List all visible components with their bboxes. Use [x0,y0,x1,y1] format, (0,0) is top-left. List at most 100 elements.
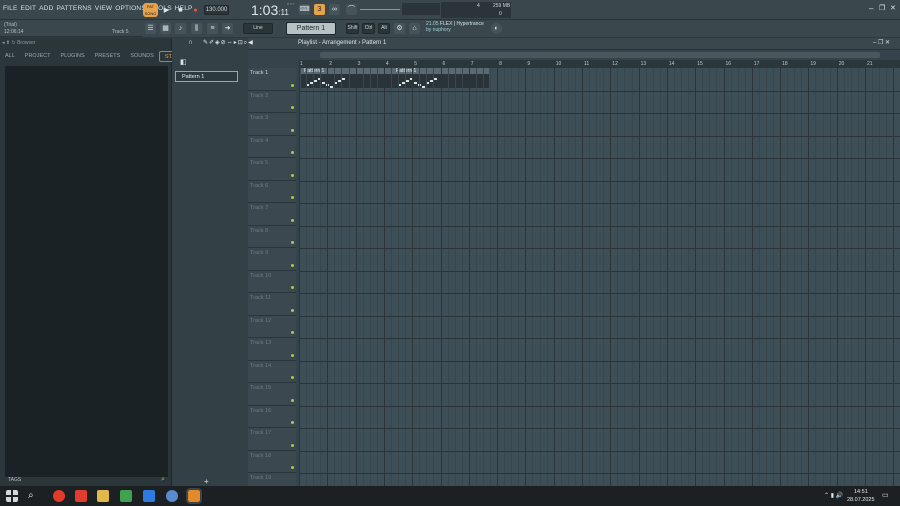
track-header[interactable]: Track 4 [248,135,296,158]
loop-icon[interactable]: ∞ [329,4,340,15]
pattern-clip-item[interactable]: Pattern 1 [175,71,238,82]
track-header[interactable]: Track 10 [248,270,296,293]
track-mute-led[interactable] [291,353,294,357]
track-mute-led[interactable] [291,173,294,177]
track-header[interactable]: Track 3 [248,113,296,136]
track-header[interactable]: Track 15 [248,383,296,406]
mixer-icon[interactable]: ⫼ [191,23,202,34]
track-mute-led[interactable] [291,398,294,402]
yandex-app-icon[interactable] [75,490,87,502]
tray-icons[interactable]: ⌃ ▮ 🔊 [824,492,843,499]
track-header[interactable]: Track 9 [248,248,296,271]
track-mute-led[interactable] [291,106,294,109]
gear-icon[interactable]: ⚙ [394,23,405,34]
track-header[interactable]: Track 1 [248,68,296,91]
track-mute-led[interactable] [291,218,294,222]
menu-view[interactable]: VIEW [95,5,112,12]
metronome-icon[interactable]: ⌒ [346,4,357,15]
channel-rack-icon[interactable]: ▦ [160,23,171,34]
ctrl-button[interactable]: Ctrl [362,23,375,34]
play-icon[interactable]: ▶ [161,5,172,16]
tab-plugins[interactable]: PLUGINS [55,51,89,62]
windows-start-icon[interactable] [6,490,18,502]
menu-options[interactable]: OPTIONS [115,5,146,12]
track-mute-led[interactable] [291,466,294,469]
browser-app-icon[interactable] [53,490,65,502]
news-panel[interactable]: 21.05 FLEX | Hypertrance by nuphory [426,21,484,33]
menu-patterns[interactable]: PATTERNS [56,5,91,12]
track-header[interactable]: Track 18 [248,450,296,473]
track-mute-led[interactable] [291,443,294,447]
playlist-tools[interactable]: ✎✐◈⊘⇔▸⊡⌕◀ [203,39,254,47]
menu-file[interactable]: FILE [3,5,18,12]
arrow-icon[interactable]: ➜ [222,23,233,34]
track-header[interactable]: Track 6 [248,180,296,203]
track-mute-led[interactable] [291,128,294,132]
tab-all[interactable]: ALL [0,51,20,62]
shop-icon[interactable]: ⌂ [409,23,420,34]
track-header[interactable]: Track 13 [248,338,296,361]
track-mute-led[interactable] [291,331,294,334]
magnet-icon[interactable]: ∩ [188,39,193,46]
tempo-display[interactable]: 130.000 [204,5,229,15]
track-header[interactable]: Track 2 [248,90,296,113]
search-icon[interactable]: ⌕ [161,476,165,484]
alt-button[interactable]: Alt [378,23,390,34]
window-controls[interactable]: – ❐ ✕ [873,39,890,46]
picker-toggle-icon[interactable]: ◧ [180,58,187,66]
tags-label[interactable]: TAGS [8,477,21,483]
close-icon[interactable]: ✕ [890,4,896,12]
store-icon[interactable] [143,490,155,502]
track-mute-led[interactable] [291,376,294,379]
track-mute-led[interactable] [291,241,294,244]
shift-button[interactable]: Shift [346,23,359,34]
minimize-icon[interactable]: – [869,4,873,13]
track-mute-led[interactable] [291,308,294,312]
timeline-ruler[interactable]: 1 2 3 4 5 6 7 8 9 10 11 12 13 14 15 16 17 18 19 20 21 [299,60,900,68]
track-mute-led[interactable] [291,83,294,87]
track-mute-led[interactable] [291,286,294,289]
snap-select[interactable]: Line [243,23,273,34]
record-icon[interactable]: ● [190,5,201,16]
track-mute-led[interactable] [291,151,294,154]
piano-roll-icon[interactable]: ♪ [175,23,186,34]
master-volume-slider[interactable] [360,9,400,10]
search-icon[interactable]: ⌕ [28,490,40,502]
keyboard-icon[interactable]: ⌨ [299,4,310,15]
browser-list[interactable] [5,66,168,477]
pattern-selector[interactable]: Pattern 1 [286,22,336,35]
track-mute-led[interactable] [291,421,294,424]
fl-studio-icon[interactable] [186,488,202,504]
arrangement-grid[interactable]: Pattern 1 Pattern 1 [299,68,900,486]
track-header[interactable]: Track 14 [248,360,296,383]
track-header[interactable]: Track 11 [248,293,296,316]
media-app-icon[interactable] [120,490,132,502]
playlist-scrollbar[interactable] [320,52,880,58]
track-header[interactable]: Track 5 [248,158,296,181]
track-header[interactable]: Track 17 [248,428,296,451]
pattern-clip[interactable]: Pattern 1 [301,68,394,88]
track-mute-led[interactable] [291,196,294,199]
track-header[interactable]: Track 12 [248,315,296,338]
track-header[interactable]: Track 7 [248,203,296,226]
globe-icon[interactable]: ◐ [491,23,502,34]
track-mute-led[interactable] [291,263,294,267]
chrome-icon[interactable] [166,490,178,502]
folder-icon[interactable] [97,490,109,502]
pat-song-toggle[interactable]: PAT SONG [143,3,158,17]
tab-sounds[interactable]: SOUNDS [125,51,159,62]
tab-presets[interactable]: PRESETS [90,51,126,62]
master-pitch-slider[interactable] [402,3,440,15]
plugin-icon[interactable]: ≡ [207,23,218,34]
restore-icon[interactable]: ❐ [879,4,885,12]
pattern-mode-icon[interactable]: 3 [314,4,325,15]
stop-icon[interactable]: ■ [175,5,186,16]
playlist-icon[interactable]: ☰ [145,23,156,34]
track-header[interactable]: Track 8 [248,225,296,248]
track-header[interactable]: Track 16 [248,405,296,428]
tab-project[interactable]: PROJECT [20,51,56,62]
menu-add[interactable]: ADD [39,5,53,12]
notification-icon[interactable]: ▭ [882,491,889,499]
menu-edit[interactable]: EDIT [21,5,37,12]
add-pattern-icon[interactable]: + [204,477,209,486]
